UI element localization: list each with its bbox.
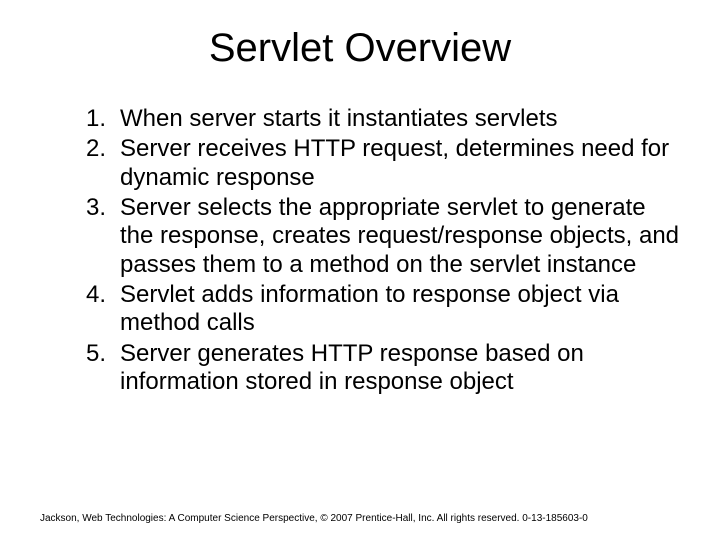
item-number: 1. xyxy=(74,105,120,133)
list-item: 4. Servlet adds information to response … xyxy=(74,281,680,338)
numbered-list: 1. When server starts it instantiates se… xyxy=(40,105,680,396)
footer-text: Jackson, Web Technologies: A Computer Sc… xyxy=(40,513,680,524)
list-item: 2. Server receives HTTP request, determi… xyxy=(74,135,680,192)
item-text: Server selects the appropriate servlet t… xyxy=(120,194,680,279)
list-item: 3. Server selects the appropriate servle… xyxy=(74,194,680,279)
item-text: When server starts it instantiates servl… xyxy=(120,105,680,133)
slide-title: Servlet Overview xyxy=(40,26,680,71)
item-number: 5. xyxy=(74,340,120,397)
list-item: 5. Server generates HTTP response based … xyxy=(74,340,680,397)
item-number: 3. xyxy=(74,194,120,279)
item-text: Server generates HTTP response based on … xyxy=(120,340,680,397)
item-number: 2. xyxy=(74,135,120,192)
list-item: 1. When server starts it instantiates se… xyxy=(74,105,680,133)
item-number: 4. xyxy=(74,281,120,338)
item-text: Servlet adds information to response obj… xyxy=(120,281,680,338)
item-text: Server receives HTTP request, determines… xyxy=(120,135,680,192)
slide: Servlet Overview 1. When server starts i… xyxy=(0,0,720,540)
